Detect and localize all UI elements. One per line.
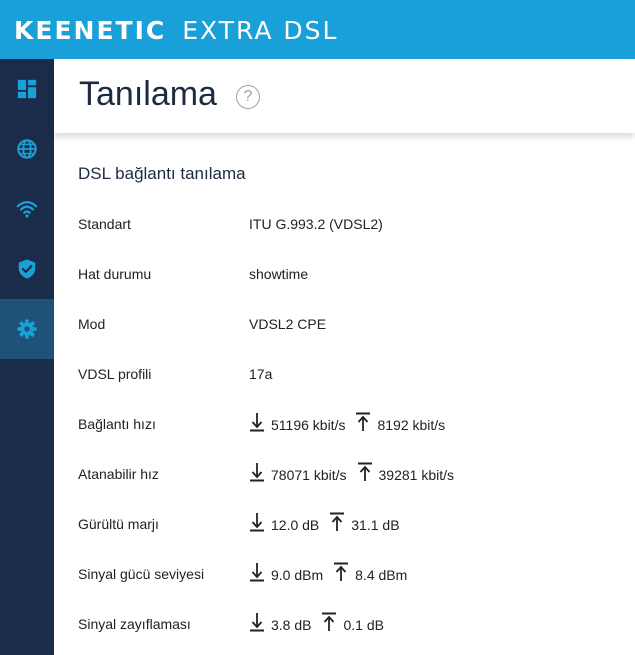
row-label: Sinyal zayıflaması — [78, 616, 191, 632]
row-standard: Standart ITU G.993.2 (VDSL2) — [78, 212, 618, 236]
shield-icon — [18, 259, 36, 279]
upstream-value: 8192 kbit/s — [377, 417, 446, 433]
row-value: showtime — [249, 266, 309, 282]
brand-model: EXTRA DSL — [182, 15, 339, 45]
row-label: Gürültü marjı — [78, 516, 159, 532]
row-label: Mod — [78, 316, 106, 332]
row-value: 17a — [249, 366, 273, 382]
row-value: 9.0 dBm 8.4 dBm — [249, 562, 417, 583]
downstream-value: 51196 kbit/s — [271, 417, 346, 433]
upstream-value: 8.4 dBm — [355, 567, 408, 583]
download-arrow-icon — [250, 563, 264, 582]
dashboard-icon — [17, 79, 37, 99]
top-bar: KEENETIC EXTRA DSL — [0, 0, 635, 59]
sidebar — [0, 59, 54, 655]
row-label: Hat durumu — [78, 266, 152, 282]
sidebar-item-wifi[interactable] — [0, 179, 54, 239]
row-value: 12.0 dB 31.1 dB — [249, 512, 410, 533]
row-link-rate: Bağlantı hızı 51196 kbit/s 8192 kbit/s — [78, 412, 618, 436]
row-signal-power: Sinyal gücü seviyesi 9.0 dBm 8.4 dBm — [78, 562, 618, 586]
brand-name: KEENETIC — [14, 15, 167, 45]
row-value: 3.8 dB 0.1 dB — [249, 612, 394, 633]
download-arrow-icon — [250, 463, 264, 482]
upload-arrow-icon — [322, 612, 337, 631]
wifi-icon — [16, 201, 38, 218]
row-attainable-rate: Atanabilir hız 78071 kbit/s 39281 kbit/s — [78, 462, 618, 486]
globe-icon — [17, 139, 37, 159]
upload-arrow-icon — [334, 562, 349, 581]
help-icon[interactable]: ? — [236, 85, 260, 109]
row-profile: VDSL profili 17a — [78, 362, 618, 386]
downstream-value: 9.0 dBm — [271, 567, 324, 583]
row-value: 51196 kbit/s 8192 kbit/s — [249, 412, 455, 433]
diagnostics-panel: DSL bağlantı tanılama Standart ITU G.993… — [54, 133, 635, 655]
download-arrow-icon — [250, 413, 264, 432]
row-label: Bağlantı hızı — [78, 416, 156, 432]
row-label: VDSL profili — [78, 366, 152, 382]
upload-arrow-icon — [356, 412, 371, 431]
upstream-value: 0.1 dB — [343, 617, 384, 633]
sidebar-item-dashboard[interactable] — [0, 59, 54, 119]
downstream-value: 78071 kbit/s — [271, 467, 347, 483]
row-value: 78071 kbit/s 39281 kbit/s — [249, 462, 464, 483]
downstream-value: 3.8 dB — [271, 617, 312, 633]
row-label: Atanabilir hız — [78, 466, 159, 482]
section-title: DSL bağlantı tanılama — [78, 164, 246, 183]
gear-icon — [17, 319, 37, 339]
download-arrow-icon — [250, 513, 264, 532]
row-label: Sinyal gücü seviyesi — [78, 566, 205, 582]
page-header: Tanılama ? — [54, 59, 635, 133]
row-value: ITU G.993.2 (VDSL2) — [249, 216, 383, 232]
row-mode: Mod VDSL2 CPE — [78, 312, 618, 336]
upstream-value: 31.1 dB — [351, 517, 400, 533]
row-snr-margin: Gürültü marjı 12.0 dB 31.1 dB — [78, 512, 618, 536]
upload-arrow-icon — [357, 462, 372, 481]
downstream-value: 12.0 dB — [271, 517, 320, 533]
upload-arrow-icon — [330, 512, 345, 531]
row-label: Standart — [78, 216, 131, 232]
page-title: Tanılama — [79, 75, 217, 113]
download-arrow-icon — [250, 613, 264, 632]
row-value: VDSL2 CPE — [249, 316, 327, 332]
brand-logo: KEENETIC EXTRA DSL — [14, 13, 338, 47]
upstream-value: 39281 kbit/s — [378, 467, 455, 483]
sidebar-item-security[interactable] — [0, 239, 54, 299]
row-line-state: Hat durumu showtime — [78, 262, 618, 286]
row-attenuation: Sinyal zayıflaması 3.8 dB 0.1 dB — [78, 612, 618, 636]
sidebar-item-internet[interactable] — [0, 119, 54, 179]
sidebar-item-settings[interactable] — [0, 299, 54, 359]
